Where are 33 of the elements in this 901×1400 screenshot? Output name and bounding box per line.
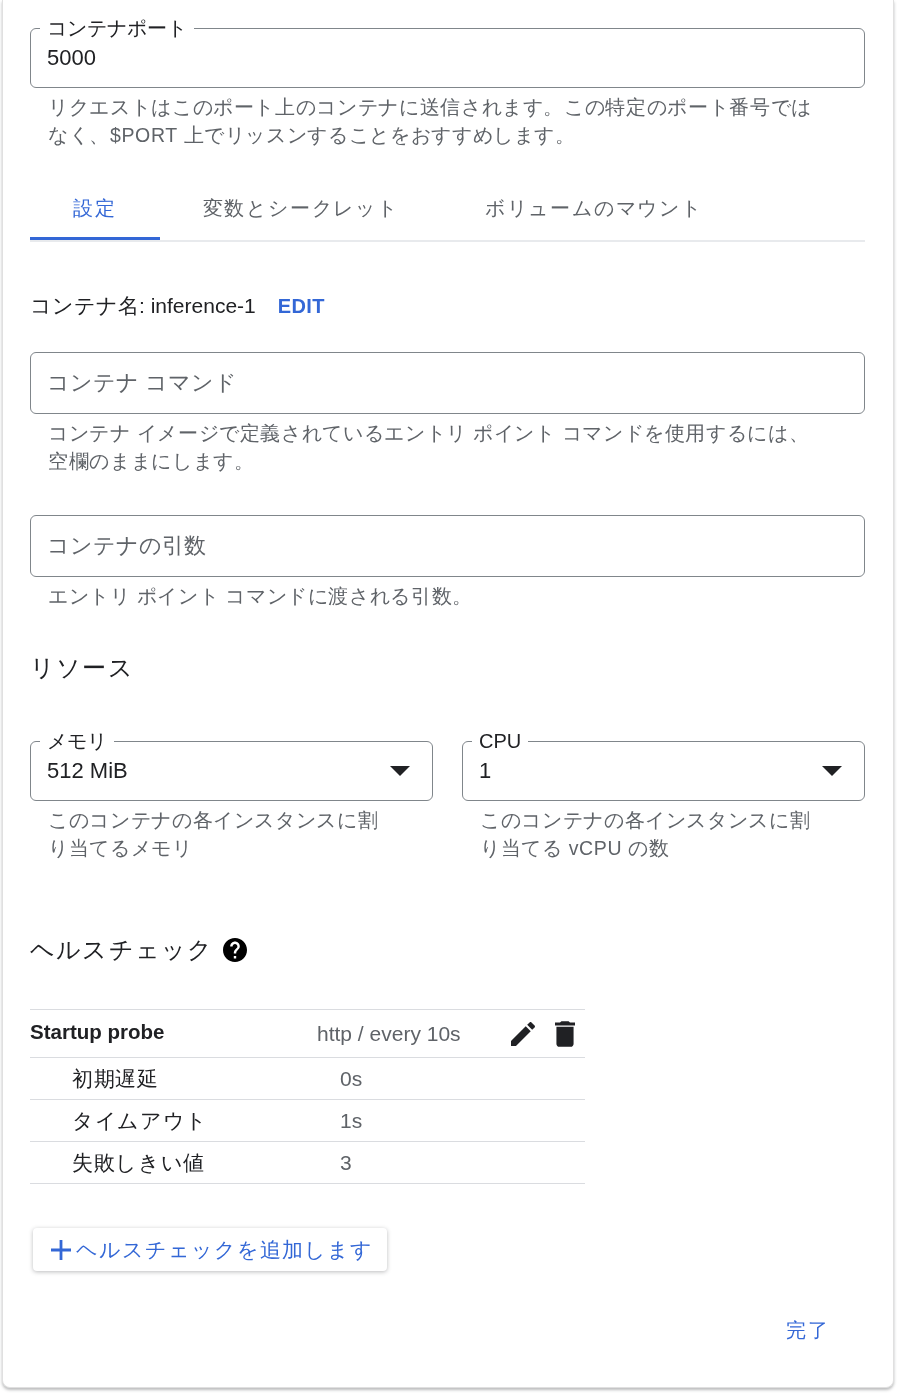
tab[interactable]: ボリュームのマウント — [441, 180, 746, 240]
setting-value: 0s — [340, 1066, 363, 1091]
dropdown-caret-icon — [822, 766, 842, 776]
helper-text: エントリ ポイント コマンドに渡される引数。 — [47, 584, 474, 609]
port-field[interactable]: コンテナポート 5000 — [30, 17, 865, 88]
setting-label: 失敗しきい値 — [71, 1149, 206, 1176]
text-input[interactable]: 5000 — [47, 46, 864, 70]
setting-value: 3 — [340, 1150, 352, 1175]
plus-icon — [51, 1239, 71, 1260]
probe-name: Startup probe — [30, 1020, 166, 1044]
setting-value: 1s — [340, 1108, 363, 1133]
setting-label: タイムアウト — [71, 1107, 209, 1134]
help-icon[interactable] — [223, 938, 248, 962]
setting-label: 初期遅延 — [71, 1065, 160, 1092]
add-health-check-button[interactable]: ヘルスチェックを追加します — [33, 1228, 388, 1271]
dropdown-field[interactable]: メモリ 512 MiB — [30, 730, 433, 801]
arguments-field[interactable]: コンテナの引数 — [30, 515, 865, 577]
section-heading: ヘルスチェック — [30, 935, 214, 965]
dropdown-caret-icon — [390, 766, 410, 776]
helper-text: このコンテナの各インスタンスに割り当てる vCPU の数 — [479, 808, 812, 861]
helper-text: リクエストはこのポート上のコンテナに送信されます。この特定のポート番号ではなく、$PORT 上でリッスンすることをおすすめします。 — [47, 95, 813, 148]
section-heading: リソース — [30, 653, 135, 683]
edit-button[interactable]: EDIT — [277, 294, 325, 318]
tab[interactable]: 設定 — [30, 180, 160, 240]
done-button[interactable]: 完了 — [770, 1309, 846, 1351]
helper-text: コンテナ イメージで定義されているエントリ ポイント コマンドを使用するには、空欄のままにします。 — [47, 421, 811, 474]
helper-text: このコンテナの各インスタンスに割り当てるメモリ — [47, 808, 380, 861]
tab[interactable]: 変数とシークレット — [159, 180, 442, 240]
trash-icon[interactable] — [555, 1020, 575, 1047]
pencil-icon[interactable] — [511, 1021, 535, 1046]
command-field[interactable]: コンテナ コマンド — [30, 352, 865, 414]
container-name-label: コンテナ名: inference-1 — [30, 293, 256, 319]
probe-summary: http / every 10s — [317, 1021, 462, 1046]
